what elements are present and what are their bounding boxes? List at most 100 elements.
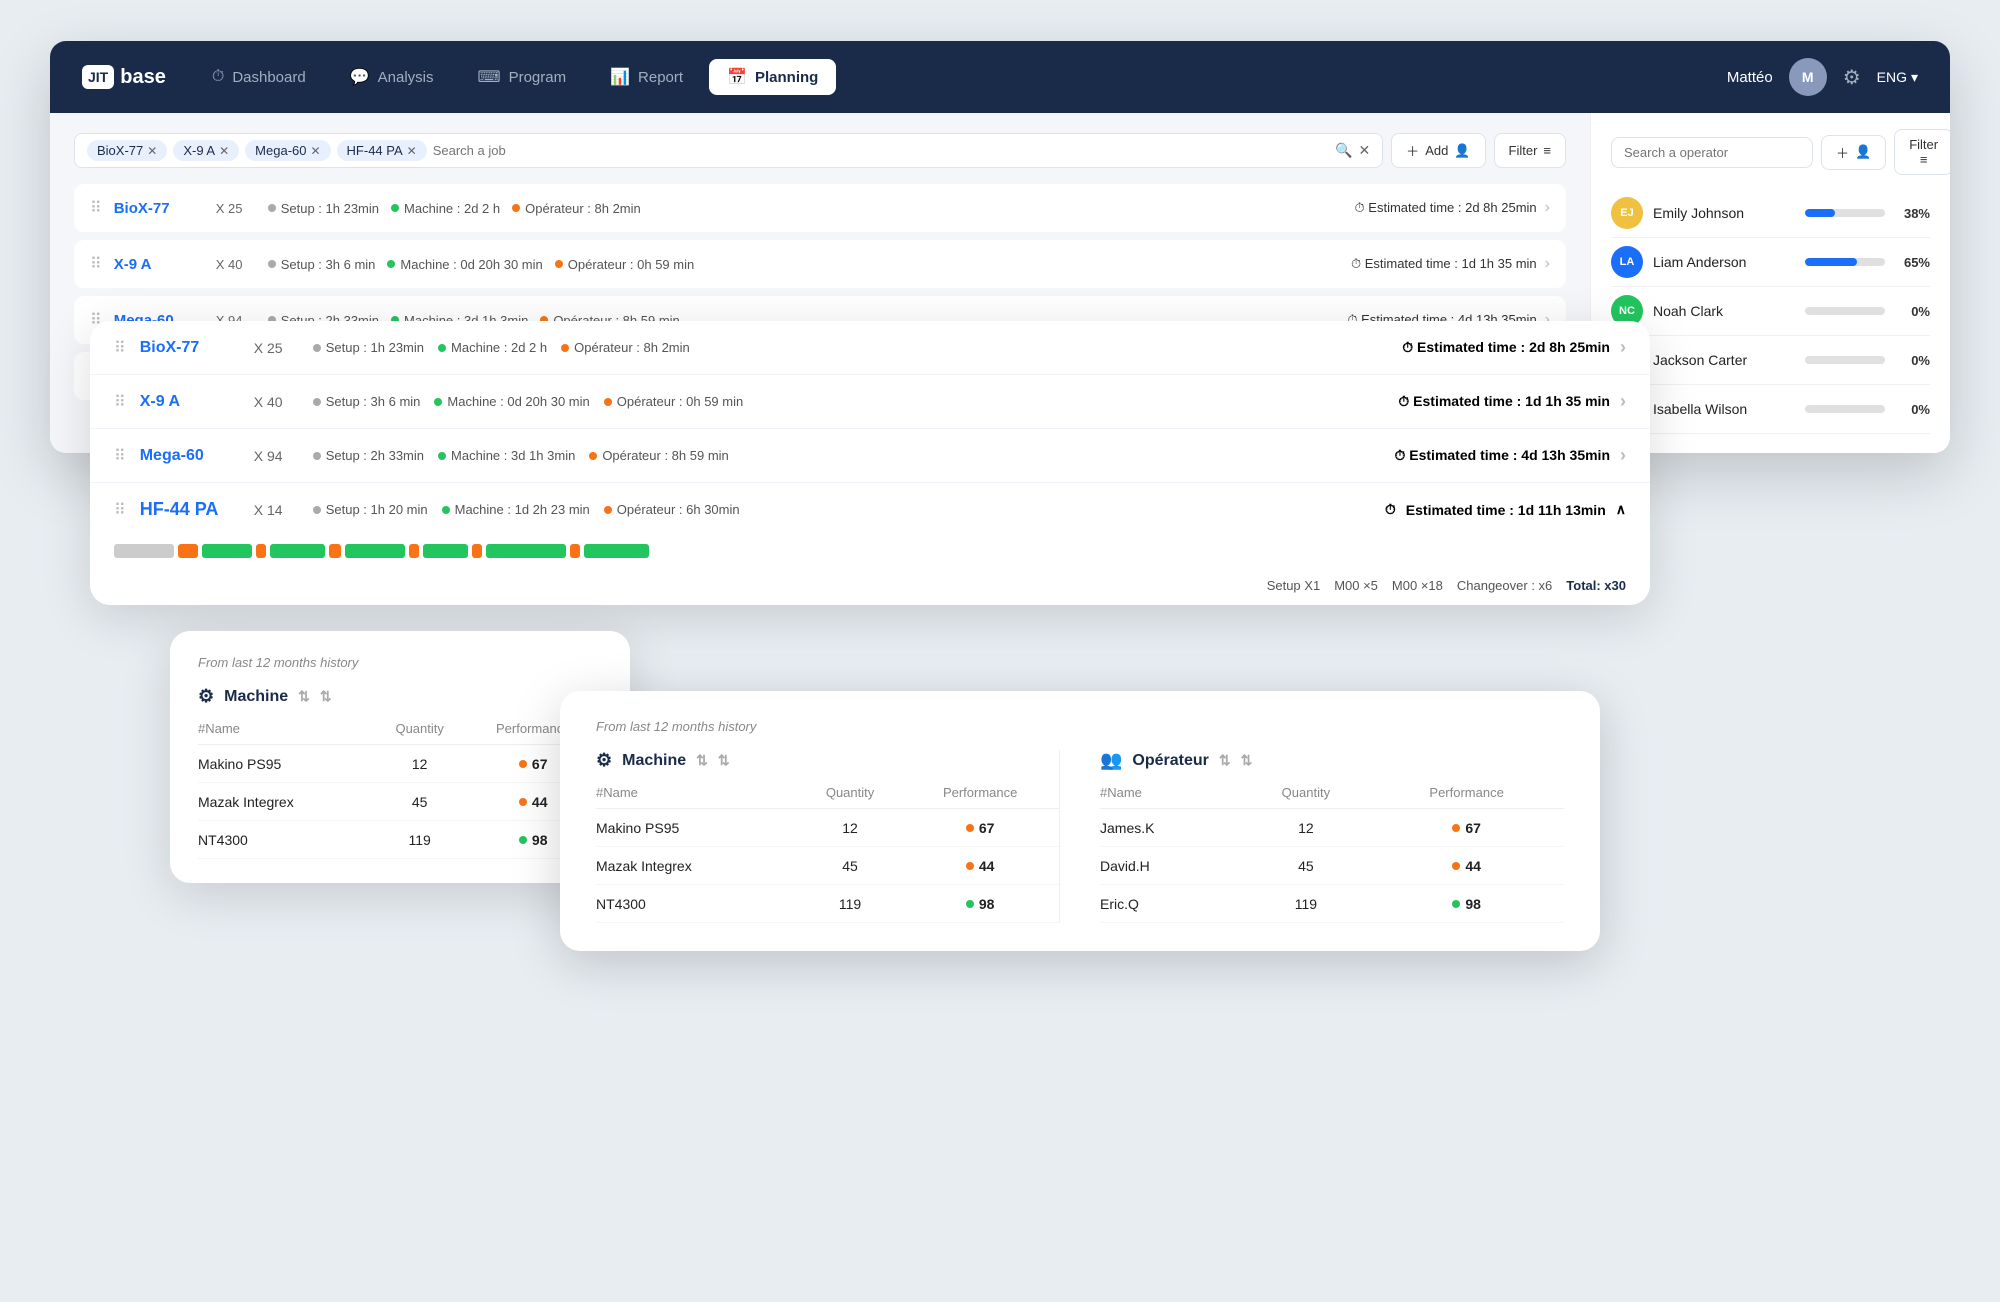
seg-gray-1 <box>114 544 174 558</box>
job-count: X 25 <box>254 340 299 356</box>
operator-name: Eric.Q <box>1100 885 1243 923</box>
seg-orange-2 <box>256 544 266 558</box>
person-icon: 👤 <box>1454 143 1470 159</box>
operator-name: Liam Anderson <box>1653 254 1795 270</box>
machine-qty: 119 <box>375 821 465 859</box>
setup-time: Setup : 3h 6 min <box>313 394 421 409</box>
drag-handle[interactable]: ⠿ <box>114 446 126 466</box>
sort-perf-icon[interactable]: ⇅ <box>1241 752 1253 769</box>
chevron-right-icon[interactable]: › <box>1620 445 1626 466</box>
navbar-right: Mattéo M ⚙ ENG ▾ <box>1727 58 1918 96</box>
machine-icon: ⚙ <box>596 750 612 771</box>
operator-search-input[interactable] <box>1611 137 1813 168</box>
seg-green-3 <box>345 544 405 558</box>
m00-5: M00 ×5 <box>1334 578 1378 593</box>
operator-row-nc: NC Noah Clark 0% <box>1611 287 1930 336</box>
operator-perf: 44 <box>1369 847 1564 885</box>
machine-qty: 45 <box>375 783 465 821</box>
setup-time: Setup : 1h 23min <box>268 201 379 216</box>
person-icon: 👤 <box>1855 144 1871 160</box>
setup-time: Setup : 3h 6 min <box>268 257 376 272</box>
machine-time: Machine : 1d 2h 23 min <box>442 502 590 517</box>
operator-pct: 0% <box>1895 353 1930 368</box>
tag-close-biox77[interactable]: ✕ <box>147 144 157 158</box>
m00-18: M00 ×18 <box>1392 578 1443 593</box>
machine-col: ⚙ Machine ⇅ ⇅ #Name Quantity Performance <box>596 750 1060 923</box>
filter-button[interactable]: Filter ≡ <box>1494 133 1566 168</box>
seg-green-4 <box>423 544 468 558</box>
operator-pct: 65% <box>1895 255 1930 270</box>
operator-qty: 12 <box>1243 809 1370 847</box>
table-row: Mazak Integrex 45 44 <box>596 847 1059 885</box>
drag-handle[interactable]: ⠿ <box>114 500 126 520</box>
seg-green-6 <box>584 544 649 558</box>
sort-icon-1[interactable]: ⇅ <box>298 688 310 705</box>
nav-analysis[interactable]: 💬 Analysis <box>332 59 452 95</box>
planning-icon: 📅 <box>727 67 747 87</box>
operator-time: Opérateur : 0h 59 min <box>604 394 743 409</box>
tag-close-hf44pa[interactable]: ✕ <box>407 144 417 158</box>
chevron-right-icon[interactable]: › <box>1620 391 1626 412</box>
machine-name: NT4300 <box>596 885 799 923</box>
operator-row-ej: EJ Emily Johnson 38% <box>1611 189 1930 238</box>
machine-name: Makino PS95 <box>596 809 799 847</box>
sort-qty-icon[interactable]: ⇅ <box>1219 752 1231 769</box>
machine-name: Mazak Integrex <box>198 783 375 821</box>
nav-program[interactable]: ⌨ Program <box>459 59 584 95</box>
tag-biox77[interactable]: BioX-77 ✕ <box>87 140 167 161</box>
job-count: X 94 <box>254 448 299 464</box>
scene: JIT base ⏱ Dashboard 💬 Analysis ⌨ Progra… <box>50 41 1950 1261</box>
segment-bar <box>90 536 1650 574</box>
navbar: JIT base ⏱ Dashboard 💬 Analysis ⌨ Progra… <box>50 41 1950 113</box>
tag-x9a[interactable]: X-9 A ✕ <box>173 140 239 161</box>
search-icon[interactable]: 🔍 <box>1335 142 1352 159</box>
chevron-right-icon[interactable]: › <box>1545 199 1550 217</box>
drag-handle[interactable]: ⠿ <box>114 338 126 358</box>
perf-col: Performance <box>1369 785 1564 809</box>
drag-handle[interactable]: ⠿ <box>90 254 102 274</box>
chevron-right-icon[interactable]: › <box>1545 255 1550 273</box>
estimated-time: ⏱ Estimated time : 4d 13h 35min › <box>1394 445 1626 466</box>
chevron-right-icon[interactable]: › <box>1620 337 1626 358</box>
machine-perf: 98 <box>901 885 1059 923</box>
operator-name: Jackson Carter <box>1653 352 1795 368</box>
chevron-up-icon[interactable]: ∧ <box>1616 501 1626 518</box>
progress-bar <box>1805 307 1885 315</box>
tag-hf44pa[interactable]: HF-44 PA ✕ <box>337 140 427 161</box>
clear-icon[interactable]: ✕ <box>1358 142 1370 159</box>
settings-icon[interactable]: ⚙ <box>1843 65 1861 90</box>
sort-perf-icon[interactable]: ⇅ <box>718 752 730 769</box>
drag-handle[interactable]: ⠿ <box>90 198 102 218</box>
sort-qty-icon[interactable]: ⇅ <box>696 752 708 769</box>
nav-dashboard[interactable]: ⏱ Dashboard <box>194 60 324 94</box>
add-button[interactable]: ＋ Add 👤 <box>1391 133 1485 168</box>
overlay-job-hf44pa-expanded: ⠿ HF-44 PA X 14 Setup : 1h 20 min Machin… <box>90 483 1650 536</box>
seg-orange-4 <box>409 544 419 558</box>
operator-add-button[interactable]: ＋ 👤 <box>1821 135 1886 170</box>
machine-qty: 12 <box>375 745 465 783</box>
operator-perf: 67 <box>1369 809 1564 847</box>
overlay-job-mega60: ⠿ Mega-60 X 94 Setup : 2h 33min Machine … <box>90 429 1650 483</box>
job-count: X 25 <box>216 201 256 216</box>
machine-time: Machine : 0d 20h 30 min <box>387 257 542 272</box>
job-count: X 40 <box>254 394 299 410</box>
chevron-down-icon: ▾ <box>1911 69 1918 86</box>
drag-handle[interactable]: ⠿ <box>114 392 126 412</box>
operator-name: David.H <box>1100 847 1243 885</box>
tag-close-mega60[interactable]: ✕ <box>310 144 320 158</box>
history-label: From last 12 months history <box>596 719 1564 734</box>
operator-filter-button[interactable]: Filter ≡ <box>1894 129 1950 175</box>
tag-mega60[interactable]: Mega-60 ✕ <box>245 140 330 161</box>
table-row: Makino PS95 12 67 <box>198 745 602 783</box>
search-input[interactable] <box>433 143 553 158</box>
total: Total: x30 <box>1566 578 1626 593</box>
language-selector[interactable]: ENG ▾ <box>1877 69 1918 86</box>
operator-name: Noah Clark <box>1653 303 1795 319</box>
sort-icon-2[interactable]: ⇅ <box>320 688 332 705</box>
nav-report[interactable]: 📊 Report <box>592 59 701 95</box>
expand-info: Setup X1 M00 ×5 M00 ×18 Changeover : x6 … <box>90 574 1650 605</box>
tag-close-x9a[interactable]: ✕ <box>219 144 229 158</box>
nav-planning[interactable]: 📅 Planning <box>709 59 836 95</box>
seg-orange-6 <box>570 544 580 558</box>
table-row: Makino PS95 12 67 <box>596 809 1059 847</box>
